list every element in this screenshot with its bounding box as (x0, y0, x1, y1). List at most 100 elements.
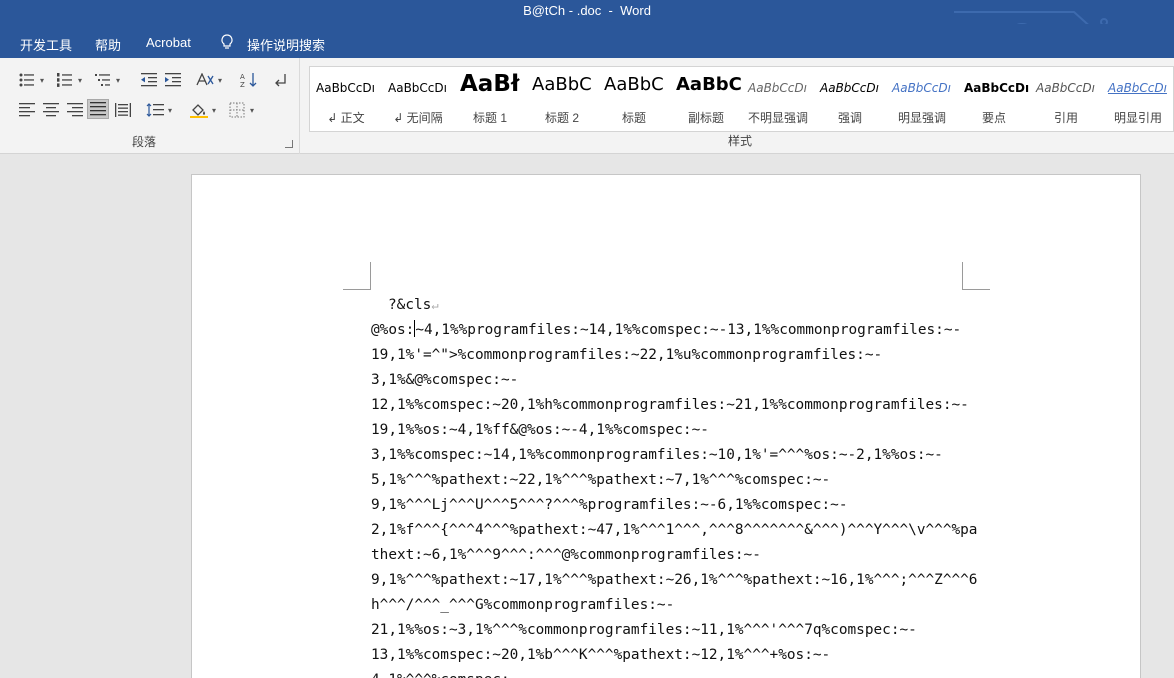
distributed-icon[interactable] (112, 100, 134, 120)
borders-dropdown-icon[interactable]: ▾ (250, 107, 258, 115)
line-text-before-cursor: @%os: (371, 322, 415, 338)
document-line: 4,1%^^^%comspec:~- (371, 668, 971, 678)
borders-icon[interactable] (226, 100, 248, 120)
margin-corner-right (962, 262, 990, 290)
style-sample: AaBbC (532, 74, 592, 95)
line-spacing-icon[interactable] (144, 100, 166, 120)
svg-text:Z: Z (240, 81, 245, 88)
bullets-icon[interactable] (16, 70, 38, 90)
style-strong[interactable]: AaBbCcDı 要点 (958, 67, 1030, 131)
title-bar: B@tCh - .doc - Word (0, 0, 1174, 53)
paragraph-group-label: 段落 (132, 135, 157, 149)
tell-me-search[interactable]: 操作说明搜索 (247, 35, 325, 54)
app-name: Word (620, 3, 651, 18)
document-body[interactable]: ?&cls↵ @%os:~4,1%%programfiles:~14,1%%co… (371, 293, 978, 678)
increase-indent-icon[interactable] (162, 70, 184, 90)
menu-bar: 开发工具 帮助 Acrobat 操作说明搜索 (0, 24, 1174, 58)
style-sample: AaBbCcDı (1108, 81, 1167, 95)
multilevel-list-icon[interactable] (92, 70, 114, 90)
numbering-icon[interactable] (54, 70, 76, 90)
document-area[interactable]: ?&cls↵ @%os:~4,1%%programfiles:~14,1%%co… (0, 154, 1174, 678)
style-name: 引用 (1053, 111, 1078, 125)
menu-acrobat[interactable]: Acrobat (146, 35, 191, 50)
style-sample: AaBbCcDı (388, 81, 447, 95)
margin-corner-left (343, 262, 371, 290)
menu-developer-tools[interactable]: 开发工具 (20, 35, 72, 54)
document-name: B@tCh - .doc (523, 3, 602, 18)
paragraph-dialog-launcher-icon[interactable] (285, 140, 293, 148)
style-sample: AaBbCcDı (748, 81, 807, 95)
style-sample: AaBł (460, 71, 520, 97)
menu-help[interactable]: 帮助 (95, 35, 121, 54)
document-line: 5,1%^^^%pathext:~22,1%^^^%pathext:~7,1%^… (371, 472, 831, 488)
style-normal[interactable]: AaBbCcDı ↲ 正文 (310, 67, 382, 131)
document-line: thext:~6,1%^^^9^^^:^^^@%commonprogramfil… (371, 547, 761, 563)
bullets-dropdown-icon[interactable]: ▾ (40, 77, 48, 85)
style-sample: AaBbCcDı (1036, 81, 1095, 95)
style-name: 强调 (837, 111, 862, 125)
style-name: 标题 2 (544, 111, 579, 125)
style-name: ↲ 正文 (327, 111, 365, 125)
show-formatting-marks-icon[interactable] (270, 70, 292, 90)
style-emphasis[interactable]: AaBbCcDı 强调 (814, 67, 886, 131)
style-heading-2[interactable]: AaBbC 标题 2 (526, 67, 598, 131)
style-name: 标题 1 (472, 111, 507, 125)
line-text-after-cursor: ~4,1%%programfiles:~14,1%%comspec:~-13,1… (415, 322, 962, 338)
style-sample: AaBbCcDı (820, 81, 879, 95)
align-center-icon[interactable] (40, 100, 62, 120)
document-line: 3,1%%comspec:~14,1%%commonprogramfiles:~… (371, 447, 943, 463)
document-line: 13,1%%comspec:~20,1%b^^^K^^^%pathext:~12… (371, 647, 831, 663)
style-no-spacing[interactable]: AaBbCcDı ↲ 无间隔 (382, 67, 454, 131)
style-title[interactable]: AaBbC 标题 (598, 67, 670, 131)
style-name: ↲ 无间隔 (393, 111, 443, 125)
numbering-dropdown-icon[interactable]: ▾ (78, 77, 86, 85)
style-sample: AaBbC (604, 74, 664, 95)
style-name: 不明显强调 (747, 111, 808, 125)
styles-group-label: 样式 (728, 134, 753, 148)
shading-dropdown-icon[interactable]: ▾ (212, 107, 220, 115)
document-line: 9,1%^^^%pathext:~17,1%^^^%pathext:~26,1%… (371, 572, 978, 588)
ribbon: ▾ ▾ ▾ ▾ AZ ▾ ▾ ▾ 段落 AaBbCcDı ↲ 正文 AaBbCc… (0, 58, 1174, 154)
document-line: h^^^/^^^_^^^G%commonprogramfiles:~- (371, 597, 675, 613)
first-line-text: ?&cls (388, 297, 432, 313)
line-spacing-dropdown-icon[interactable]: ▾ (168, 107, 176, 115)
svg-text:A: A (240, 73, 245, 81)
chinese-layout-icon[interactable] (194, 70, 216, 90)
style-name: 标题 (621, 111, 646, 125)
document-line: 19,1%%os:~4,1%ff&@%os:~-4,1%%comspec:~- (371, 422, 709, 438)
style-intense-emphasis[interactable]: AaBbCcDı 明显强调 (886, 67, 958, 131)
document-line: @%os:~4,1%%programfiles:~14,1%%comspec:~… (371, 318, 971, 343)
style-sample: AaBbCcDı (964, 81, 1030, 95)
style-sample: AaBbCcDı (316, 81, 375, 95)
justify-icon[interactable] (87, 99, 109, 119)
style-name: 明显引用 (1113, 111, 1162, 125)
style-subtle-emphasis[interactable]: AaBbCcDı 不明显强调 (742, 67, 814, 131)
styles-gallery: AaBbCcDı ↲ 正文 AaBbCcDı ↲ 无间隔 AaBł 标题 1 A… (309, 66, 1174, 132)
document-line: 12,1%%comspec:~20,1%h%commonprogramfiles… (371, 397, 969, 413)
lightbulb-icon[interactable] (220, 34, 234, 50)
style-subtitle[interactable]: AaBbC 副标题 (670, 67, 742, 131)
document-line: ?&cls↵ (371, 293, 971, 318)
shading-icon[interactable] (188, 100, 210, 120)
style-quote[interactable]: AaBbCcDı 引用 (1030, 67, 1102, 131)
document-line: 19,1%'=^">%commonprogramfiles:~22,1%u%co… (371, 347, 883, 363)
style-name: 明显强调 (897, 111, 946, 125)
align-right-icon[interactable] (64, 100, 86, 120)
document-line: 21,1%%os:~3,1%^^^%commonprogramfiles:~11… (371, 622, 917, 638)
decrease-indent-icon[interactable] (138, 70, 160, 90)
style-intense-quote[interactable]: AaBbCcDı 明显引用 (1102, 67, 1174, 131)
chinese-layout-dropdown-icon[interactable]: ▾ (218, 77, 226, 85)
document-line: 2,1%f^^^{^^^4^^^%pathext:~47,1%^^^1^^^,^… (371, 522, 978, 538)
style-name: 要点 (981, 111, 1006, 125)
document-line: 9,1%^^^Lj^^^U^^^5^^^?^^^%programfiles:~-… (371, 497, 848, 513)
style-heading-1[interactable]: AaBł 标题 1 (454, 67, 526, 131)
title-separator: - (608, 3, 613, 18)
document-line: 3,1%&@%comspec:~- (371, 372, 519, 388)
paragraph-mark-icon: ↵ (431, 298, 439, 312)
align-left-icon[interactable] (16, 100, 38, 120)
paragraph-group: ▾ ▾ ▾ ▾ AZ ▾ ▾ ▾ 段落 (8, 58, 300, 154)
multilevel-dropdown-icon[interactable]: ▾ (116, 77, 124, 85)
style-name: 副标题 (687, 111, 724, 125)
document-page[interactable]: ?&cls↵ @%os:~4,1%%programfiles:~14,1%%co… (191, 174, 1141, 678)
sort-icon[interactable]: AZ (238, 70, 260, 90)
